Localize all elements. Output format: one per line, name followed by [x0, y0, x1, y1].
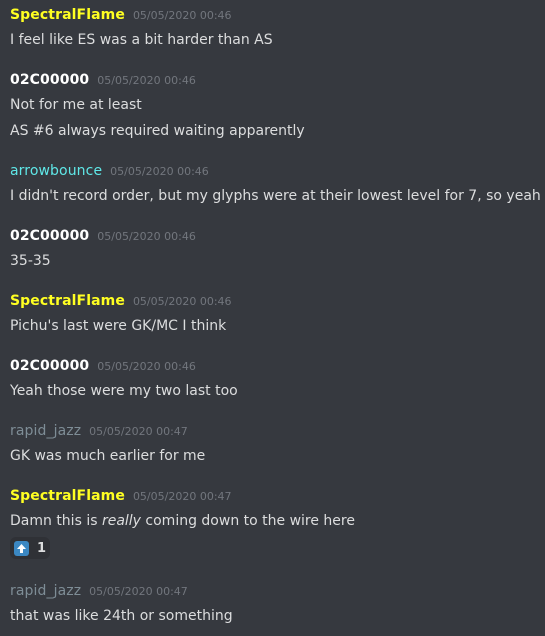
message-header: SpectralFlame 05/05/2020 00:46: [10, 293, 537, 313]
author-name[interactable]: 02C00000: [10, 228, 89, 244]
author-name[interactable]: rapid_jazz: [10, 423, 81, 439]
emphasized-text: really: [101, 513, 141, 529]
timestamp[interactable]: 05/05/2020 00:46: [133, 9, 232, 22]
timestamp[interactable]: 05/05/2020 00:47: [89, 585, 188, 598]
timestamp[interactable]: 05/05/2020 00:46: [110, 165, 209, 178]
message-text: 35-35: [10, 253, 51, 269]
message: rapid_jazz 05/05/2020 00:47 that was lik…: [10, 583, 537, 626]
message-text: Yeah those were my two last too: [10, 383, 238, 399]
timestamp[interactable]: 05/05/2020 00:47: [133, 490, 232, 503]
message-text-part: coming down to the wire here: [140, 513, 355, 529]
message: SpectralFlame 05/05/2020 00:46 Pichu's l…: [10, 293, 537, 336]
timestamp[interactable]: 05/05/2020 00:46: [97, 230, 196, 243]
chat-log: SpectralFlame 05/05/2020 00:46 I feel li…: [0, 0, 545, 636]
message: arrowbounce 05/05/2020 00:46 I didn't re…: [10, 163, 541, 206]
author-name[interactable]: SpectralFlame: [10, 7, 125, 23]
message-header: 02C00000 05/05/2020 00:46: [10, 228, 537, 248]
up-arrow-emoji-icon: [14, 540, 29, 556]
author-name[interactable]: SpectralFlame: [10, 488, 125, 504]
message: 02C00000 05/05/2020 00:46 Yeah those wer…: [10, 358, 537, 401]
message-text: AS #6 always required waiting apparently: [10, 123, 305, 139]
message-header: SpectralFlame 05/05/2020 00:46: [10, 7, 537, 27]
author-name[interactable]: rapid_jazz: [10, 583, 81, 599]
message-header: arrowbounce 05/05/2020 00:46: [10, 163, 537, 183]
message-header: rapid_jazz 05/05/2020 00:47: [10, 423, 537, 443]
message-text: GK was much earlier for me: [10, 448, 206, 464]
message: SpectralFlame 05/05/2020 00:47 Damn this…: [10, 488, 537, 559]
reaction-count: 1: [37, 540, 47, 556]
message-header: SpectralFlame 05/05/2020 00:47: [10, 488, 537, 508]
timestamp[interactable]: 05/05/2020 00:46: [133, 295, 232, 308]
message-header: rapid_jazz 05/05/2020 00:47: [10, 583, 537, 603]
message: 02C00000 05/05/2020 00:46 Not for me at …: [10, 72, 537, 141]
timestamp[interactable]: 05/05/2020 00:46: [97, 74, 196, 87]
message-text: Damn this is really coming down to the w…: [10, 511, 537, 531]
message: SpectralFlame 05/05/2020 00:46 I feel li…: [10, 7, 537, 50]
message-text: that was like 24th or something: [10, 608, 233, 624]
message-text: I feel like ES was a bit harder than AS: [10, 32, 273, 48]
message-text: Not for me at least: [10, 97, 142, 113]
timestamp[interactable]: 05/05/2020 00:46: [97, 360, 196, 373]
author-name[interactable]: 02C00000: [10, 358, 89, 374]
message-header: 02C00000 05/05/2020 00:46: [10, 72, 537, 92]
message-header: 02C00000 05/05/2020 00:46: [10, 358, 537, 378]
author-name[interactable]: 02C00000: [10, 72, 89, 88]
timestamp[interactable]: 05/05/2020 00:47: [89, 425, 188, 438]
message-text-part: Damn this is: [10, 513, 102, 529]
reaction-button[interactable]: 1: [10, 537, 51, 559]
author-name[interactable]: arrowbounce: [10, 163, 102, 179]
message: 02C00000 05/05/2020 00:46 35-35: [10, 228, 537, 271]
message-text: I didn't record order, but my glyphs wer…: [10, 188, 541, 204]
author-name[interactable]: SpectralFlame: [10, 293, 125, 309]
message: rapid_jazz 05/05/2020 00:47 GK was much …: [10, 423, 537, 466]
message-text: Pichu's last were GK/MC I think: [10, 318, 227, 334]
